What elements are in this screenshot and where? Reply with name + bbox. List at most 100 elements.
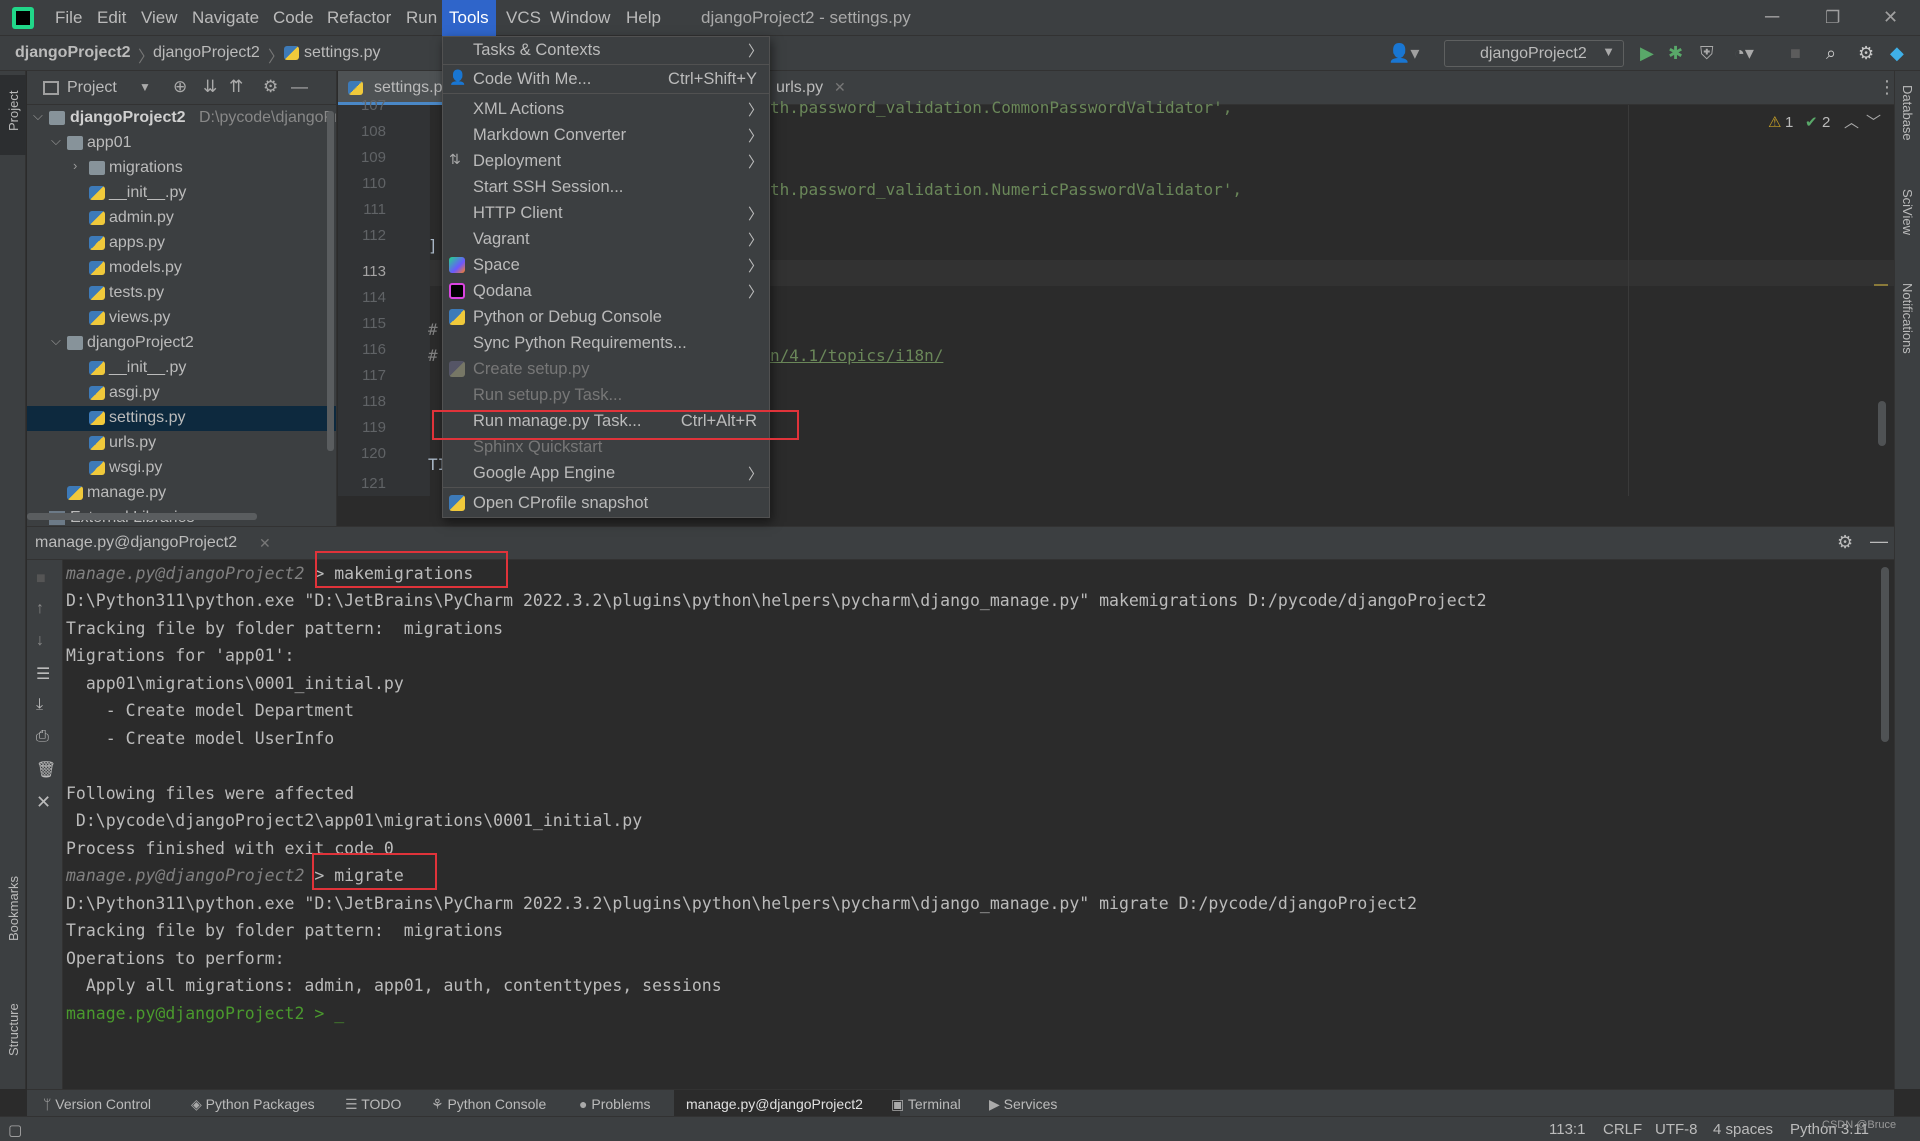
tree-item-apps[interactable]: apps.py bbox=[27, 231, 336, 256]
coverage-icon[interactable]: ⛨ bbox=[1700, 43, 1714, 64]
menu-view[interactable]: View bbox=[141, 8, 178, 28]
check-icon[interactable]: ✔ bbox=[1805, 113, 1818, 131]
tree-item-wsgi[interactable]: wsgi.py bbox=[27, 456, 336, 481]
chevron-down-icon[interactable]: ⌵ bbox=[51, 333, 61, 349]
bookmarks-tool-label[interactable]: Bookmarks bbox=[6, 876, 21, 941]
warning-icon[interactable]: ⚠ bbox=[1768, 113, 1781, 131]
tree-item-asgi[interactable]: asgi.py bbox=[27, 381, 336, 406]
menu-refactor[interactable]: Refactor bbox=[327, 8, 391, 28]
print-icon[interactable]: ⎙ bbox=[36, 728, 49, 746]
settings-gear-icon[interactable]: ⚙ bbox=[1837, 532, 1853, 553]
project-panel-title[interactable]: Project bbox=[67, 79, 117, 97]
menu-help[interactable]: Help bbox=[626, 8, 661, 28]
caret-position[interactable]: 113:1 bbox=[1549, 1121, 1585, 1138]
tool-window-title[interactable]: manage.py@djangoProject2 bbox=[35, 534, 237, 552]
menu-item-sync-requirements[interactable]: Sync Python Requirements... bbox=[443, 330, 769, 356]
chevron-up-icon[interactable]: ︿ bbox=[1844, 111, 1859, 132]
minimize-button[interactable]: ─ bbox=[1765, 6, 1779, 29]
stop-icon[interactable]: ■ bbox=[36, 570, 46, 588]
menu-item-deployment[interactable]: ⇅ Deployment 〉 bbox=[443, 148, 769, 174]
chevron-down-icon[interactable]: ▼ bbox=[139, 80, 151, 94]
tree-item-djangoproject2-package[interactable]: ⌵ djangoProject2 bbox=[27, 331, 336, 356]
run-icon[interactable]: ▶ bbox=[1640, 43, 1654, 64]
tree-item-init[interactable]: __init__.py bbox=[27, 356, 336, 381]
menu-edit[interactable]: Edit bbox=[97, 8, 126, 28]
tree-item-admin[interactable]: admin.py bbox=[27, 206, 336, 231]
chevron-down-icon[interactable]: ﹀ bbox=[1866, 111, 1881, 132]
tree-item-tests[interactable]: tests.py bbox=[27, 281, 336, 306]
close-tab-icon[interactable]: ✕ bbox=[259, 535, 271, 552]
close-button[interactable]: ✕ bbox=[1883, 7, 1898, 28]
breadcrumb-file[interactable]: settings.py bbox=[304, 44, 380, 62]
menu-item-open-cprofile[interactable]: Open CProfile snapshot bbox=[443, 490, 769, 516]
file-encoding[interactable]: UTF-8 bbox=[1655, 1121, 1698, 1138]
breadcrumb-project[interactable]: djangoProject2 bbox=[15, 44, 131, 62]
user-icon[interactable]: 👤▾ bbox=[1388, 43, 1419, 64]
code-link[interactable]: n/4.1/topics/i18n/ bbox=[770, 346, 943, 365]
menu-item-tasks-contexts[interactable]: Tasks & Contexts 〉 bbox=[443, 37, 769, 63]
menu-item-markdown-converter[interactable]: Markdown Converter 〉 bbox=[443, 122, 769, 148]
menu-code[interactable]: Code bbox=[273, 8, 314, 28]
menu-item-xml-actions[interactable]: XML Actions 〉 bbox=[443, 96, 769, 122]
close-icon[interactable]: ✕ bbox=[36, 792, 51, 813]
menu-item-python-debug-console[interactable]: Python or Debug Console bbox=[443, 304, 769, 330]
project-tool-button[interactable]: Project bbox=[0, 75, 26, 155]
layout-icon[interactable]: ▢ bbox=[8, 1121, 22, 1139]
hide-panel-icon[interactable]: — bbox=[291, 77, 308, 97]
close-tab-icon[interactable]: ✕ bbox=[834, 79, 846, 96]
tree-item-init[interactable]: __init__.py bbox=[27, 181, 336, 206]
toolbox-icon[interactable]: ◆ bbox=[1890, 43, 1904, 64]
stop-icon[interactable]: ■ bbox=[1790, 43, 1801, 64]
menu-navigate[interactable]: Navigate bbox=[192, 8, 259, 28]
hide-panel-icon[interactable]: — bbox=[1870, 531, 1888, 552]
menu-item-code-with-me[interactable]: 👤 Code With Me... Ctrl+Shift+Y bbox=[443, 66, 769, 92]
scroll-to-end-icon[interactable]: ⤓ bbox=[36, 696, 43, 714]
settings-gear-icon[interactable]: ⚙ bbox=[1858, 43, 1874, 64]
menu-item-space[interactable]: Space 〉 bbox=[443, 252, 769, 278]
menu-file[interactable]: File bbox=[55, 8, 82, 28]
profile-icon[interactable]: ◔▾ bbox=[1734, 43, 1754, 64]
notifications-tool-label[interactable]: Notifications bbox=[1900, 283, 1915, 354]
menu-item-start-ssh[interactable]: Start SSH Session... bbox=[443, 174, 769, 200]
menu-item-qodana[interactable]: Qodana 〉 bbox=[443, 278, 769, 304]
search-icon[interactable]: ⌕ bbox=[1826, 43, 1836, 64]
tree-item-urls[interactable]: urls.py bbox=[27, 431, 336, 456]
tab-services[interactable]: ▶ Services bbox=[989, 1090, 1057, 1117]
arrow-up-icon[interactable]: ↑ bbox=[36, 600, 44, 618]
menu-item-create-setup[interactable]: Create setup.py bbox=[443, 356, 769, 382]
tab-python-packages[interactable]: ◈ Python Packages bbox=[191, 1090, 315, 1117]
trash-icon[interactable]: 🗑 bbox=[36, 760, 56, 780]
tree-item-views[interactable]: views.py bbox=[27, 306, 336, 331]
breadcrumb-package[interactable]: djangoProject2 bbox=[153, 44, 260, 62]
chevron-right-icon[interactable]: › bbox=[73, 158, 77, 173]
arrow-down-icon[interactable]: ↓ bbox=[36, 632, 44, 650]
run-configuration-select[interactable]: djangoProject2 ▼ bbox=[1444, 40, 1624, 67]
restore-button[interactable]: ❐ bbox=[1825, 8, 1840, 28]
tree-item-app01[interactable]: ⌵ app01 bbox=[27, 131, 336, 156]
tree-item-models[interactable]: models.py bbox=[27, 256, 336, 281]
database-tool-label[interactable]: Database bbox=[1900, 85, 1915, 141]
structure-tool-label[interactable]: Structure bbox=[6, 1003, 21, 1056]
tree-item-migrations[interactable]: › migrations bbox=[27, 156, 336, 181]
sciview-tool-label[interactable]: SciView bbox=[1900, 189, 1915, 235]
tree-item-project-root[interactable]: ⌵ djangoProject2 D:\pycode\djangoProject… bbox=[27, 106, 336, 131]
menu-item-http-client[interactable]: HTTP Client 〉 bbox=[443, 200, 769, 226]
menu-item-vagrant[interactable]: Vagrant 〉 bbox=[443, 226, 769, 252]
tab-problems[interactable]: ● Problems bbox=[579, 1090, 651, 1117]
tab-terminal[interactable]: ▣ Terminal bbox=[891, 1090, 961, 1117]
locate-icon[interactable]: ⊕ bbox=[173, 77, 187, 97]
tree-item-manage[interactable]: manage.py bbox=[27, 481, 336, 506]
menu-tools[interactable]: Tools bbox=[442, 0, 496, 36]
menu-item-run-setup-task[interactable]: Run setup.py Task... bbox=[443, 382, 769, 408]
tab-python-console[interactable]: ⚘ Python Console bbox=[431, 1090, 546, 1117]
editor-scrollbar[interactable] bbox=[1878, 401, 1886, 446]
tab-manage-py[interactable]: manage.py@djangoProject2 bbox=[674, 1090, 900, 1117]
menu-run[interactable]: Run bbox=[406, 8, 437, 28]
soft-wrap-icon[interactable]: ☰ bbox=[36, 664, 50, 684]
menu-item-google-app-engine[interactable]: Google App Engine 〉 bbox=[443, 460, 769, 486]
line-separator[interactable]: CRLF bbox=[1603, 1121, 1642, 1138]
vertical-scrollbar[interactable] bbox=[327, 111, 334, 451]
tab-todo[interactable]: ☰ TODO bbox=[345, 1090, 401, 1117]
debug-icon[interactable]: ✱ bbox=[1668, 43, 1683, 64]
horizontal-scrollbar[interactable] bbox=[27, 513, 257, 520]
